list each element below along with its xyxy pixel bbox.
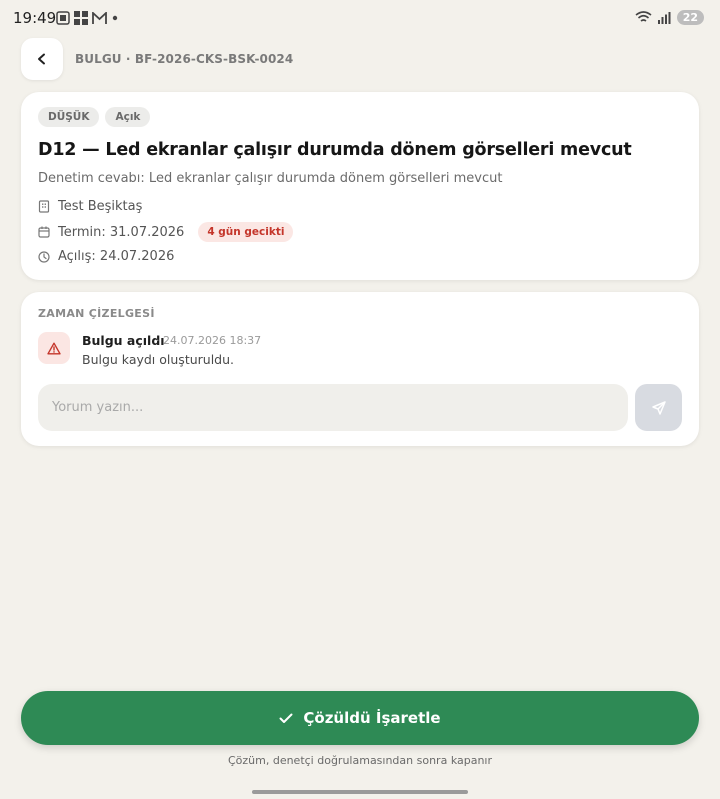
- timeline-card: ZAMAN ÇİZELGESİ Bulgu açıldı · 24.07.202…: [21, 292, 699, 446]
- opened-date-row: Açılış: 24.07.2026: [38, 249, 174, 264]
- severity-badge: DÜŞÜK: [38, 107, 100, 127]
- clock-icon: [38, 250, 50, 263]
- mark-resolved-button[interactable]: Çözüldü İşaretle: [21, 691, 699, 745]
- finding-detail-card: DÜŞÜK Açık D12 — Led ekranlar çalışır du…: [21, 92, 699, 280]
- audit-answer: Denetim cevabı: Led ekranlar çalışır dur…: [38, 171, 503, 186]
- windows-icon: [74, 11, 88, 25]
- breadcrumb: BULGU · BF-2026-CKS-BSK-0024: [75, 52, 294, 66]
- warning-icon: [47, 342, 61, 354]
- late-badge: 4 gün gecikti: [198, 222, 294, 242]
- building-icon: [38, 200, 50, 213]
- home-indicator[interactable]: [252, 790, 468, 794]
- status-badge: Açık: [105, 107, 151, 127]
- comment-input[interactable]: [38, 384, 628, 431]
- timeline-event-icon: [38, 332, 70, 364]
- status-time: 19:49: [13, 9, 57, 27]
- check-icon: [279, 713, 293, 723]
- finding-title: D12 — Led ekranlar çalışır durumda dönem…: [38, 140, 632, 160]
- timeline-event-time: · 24.07.2026 18:37: [156, 334, 262, 347]
- notification-icons: [56, 11, 119, 25]
- due-date-row: Termin: 31.07.2026 4 gün gecikti: [38, 222, 294, 242]
- timeline-heading: ZAMAN ÇİZELGESİ: [38, 307, 155, 320]
- chevron-left-icon: [38, 53, 45, 65]
- status-bar: 19:49 22: [0, 0, 720, 36]
- due-date-text: Termin: 31.07.2026: [58, 224, 185, 240]
- system-icons: 22: [635, 10, 704, 25]
- location-row: Test Beşiktaş: [38, 199, 142, 214]
- screen: 19:49 22 BULGU · BF-2026-CKS-BSK-0024 DÜ…: [0, 0, 720, 799]
- timeline-event-description: Bulgu kaydı oluşturuldu.: [82, 352, 235, 367]
- battery-indicator: 22: [676, 10, 704, 25]
- timeline-event-title: Bulgu açıldı: [82, 333, 165, 348]
- scan-icon: [56, 11, 70, 25]
- footer-note: Çözüm, denetçi doğrulamasından sonra kap…: [227, 754, 493, 767]
- opened-date-text: Açılış: 24.07.2026: [58, 249, 175, 264]
- location-text: Test Beşiktaş: [58, 199, 143, 214]
- calendar-icon: [38, 226, 50, 238]
- dot-icon: [112, 15, 118, 21]
- mark-resolved-label: Çözüldü İşaretle: [303, 709, 441, 727]
- send-comment-button[interactable]: [635, 384, 682, 431]
- send-icon: [651, 400, 666, 415]
- back-button[interactable]: [21, 38, 63, 80]
- signal-icon: [657, 11, 671, 24]
- mail-icon: [92, 11, 107, 24]
- badge-row: DÜŞÜK Açık: [38, 107, 151, 127]
- wifi-icon: [635, 11, 652, 22]
